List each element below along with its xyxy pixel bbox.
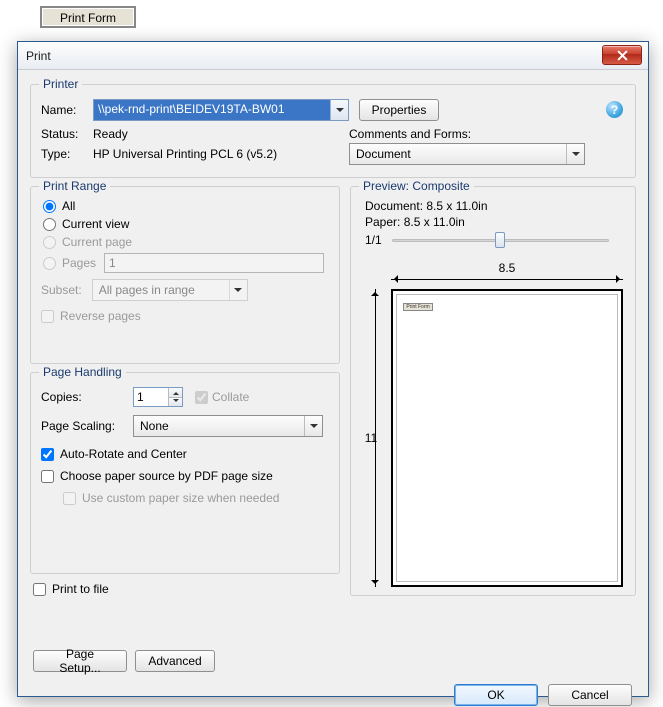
printer-status-label: Status:	[41, 127, 78, 141]
radio-current-page-input	[43, 236, 56, 249]
subset-label: Subset:	[41, 283, 82, 297]
printer-group-title: Printer	[39, 77, 82, 91]
page-scaling-label: Page Scaling:	[41, 419, 133, 433]
print-range-group: Print Range All Current view Current pag…	[30, 186, 340, 364]
reverse-pages-label: Reverse pages	[60, 309, 141, 323]
close-button[interactable]	[602, 45, 642, 65]
pages-input	[104, 253, 324, 273]
use-custom-label: Use custom paper size when needed	[82, 491, 279, 505]
collate-input	[195, 391, 208, 404]
auto-rotate-input[interactable]	[41, 448, 54, 461]
copies-input[interactable]	[134, 388, 168, 406]
preview-page-indicator: 1/1	[365, 233, 382, 247]
close-icon	[617, 50, 628, 61]
printer-properties-button[interactable]: Properties	[359, 99, 439, 121]
page-scaling-value: None	[134, 419, 304, 433]
preview-mini-button: Print Form	[403, 303, 433, 311]
collate-checkbox: Collate	[195, 390, 249, 404]
preview-width-dim: 8.5	[391, 261, 623, 275]
radio-current-page: Current page	[43, 235, 329, 249]
print-range-title: Print Range	[39, 179, 110, 193]
choose-paper-checkbox[interactable]: Choose paper source by PDF page size	[41, 469, 329, 483]
radio-pages-input	[43, 257, 56, 270]
print-dialog: Print Printer Name: \\pek-rnd-print\BEID…	[17, 41, 649, 697]
printer-type-label: Type:	[41, 147, 70, 161]
radio-pages-label: Pages	[62, 256, 96, 270]
preview-paper-size: Paper: 8.5 x 11.0in	[365, 215, 625, 229]
preview-doc-size: Document: 8.5 x 11.0in	[365, 199, 625, 213]
print-to-file-checkbox[interactable]: Print to file	[33, 582, 109, 596]
choose-paper-input[interactable]	[41, 470, 54, 483]
radio-all-label: All	[62, 199, 75, 213]
use-custom-checkbox: Use custom paper size when needed	[63, 491, 329, 505]
page-handling-title: Page Handling	[39, 365, 126, 379]
chevron-down-icon	[566, 144, 584, 164]
radio-pages: Pages	[43, 253, 329, 273]
subset-value: All pages in range	[93, 283, 229, 297]
radio-current-view[interactable]: Current view	[43, 217, 329, 231]
ok-button[interactable]: OK	[454, 684, 538, 706]
slider-thumb[interactable]	[495, 232, 505, 248]
spin-down-icon[interactable]	[169, 398, 182, 407]
page-scaling-select[interactable]: None	[133, 415, 323, 437]
print-form-button[interactable]: Print Form	[40, 6, 136, 28]
chevron-down-icon	[304, 416, 322, 436]
subset-select: All pages in range	[92, 279, 248, 301]
printer-name-value: \\pek-rnd-print\BEIDEV19TA-BW01	[94, 100, 330, 120]
page-setup-button[interactable]: Page Setup...	[33, 650, 127, 672]
preview-page: Print Form	[391, 289, 623, 587]
collate-label: Collate	[212, 390, 249, 404]
preview-group: Preview: Composite Document: 8.5 x 11.0i…	[350, 186, 636, 596]
preview-slider[interactable]	[392, 231, 609, 249]
page-handling-group: Page Handling Copies: Collate Page Scali…	[30, 372, 340, 574]
print-to-file-label: Print to file	[52, 582, 109, 596]
copies-label: Copies:	[41, 390, 133, 404]
copies-stepper[interactable]	[133, 387, 183, 407]
comments-forms-value: Document	[350, 147, 566, 161]
radio-current-view-label: Current view	[62, 217, 129, 231]
dialog-title: Print	[26, 49, 51, 63]
radio-all[interactable]: All	[43, 199, 329, 213]
choose-paper-label: Choose paper source by PDF page size	[60, 469, 273, 483]
reverse-pages-checkbox: Reverse pages	[41, 309, 329, 323]
preview-canvas: 8.5 11 Print Form	[361, 261, 623, 587]
print-to-file-input[interactable]	[33, 583, 46, 596]
comments-forms-select[interactable]: Document	[349, 143, 585, 165]
cancel-button[interactable]: Cancel	[548, 684, 632, 706]
auto-rotate-label: Auto-Rotate and Center	[60, 447, 187, 461]
dialog-content: Printer Name: \\pek-rnd-print\BEIDEV19TA…	[26, 76, 640, 688]
spin-up-icon[interactable]	[169, 388, 182, 398]
subset-row: Subset: All pages in range	[41, 279, 329, 301]
comments-forms-label: Comments and Forms:	[349, 127, 471, 141]
use-custom-input	[63, 492, 76, 505]
titlebar: Print	[18, 42, 648, 70]
help-icon[interactable]: ?	[606, 101, 623, 118]
auto-rotate-checkbox[interactable]: Auto-Rotate and Center	[41, 447, 329, 461]
radio-current-view-input[interactable]	[43, 218, 56, 231]
radio-all-input[interactable]	[43, 200, 56, 213]
preview-title: Preview: Composite	[359, 179, 474, 193]
preview-height-dim: 11	[361, 289, 381, 587]
radio-current-page-label: Current page	[62, 235, 132, 249]
copies-spin[interactable]	[168, 388, 182, 406]
chevron-down-icon	[229, 280, 247, 300]
printer-name-select[interactable]: \\pek-rnd-print\BEIDEV19TA-BW01	[93, 99, 349, 121]
printer-group: Printer Name: \\pek-rnd-print\BEIDEV19TA…	[30, 84, 636, 178]
advanced-button[interactable]: Advanced	[135, 650, 215, 672]
printer-name-label: Name:	[41, 103, 76, 117]
printer-type-value: HP Universal Printing PCL 6 (v5.2)	[93, 147, 277, 161]
dimension-arrow-h	[391, 279, 623, 280]
printer-status-value: Ready	[93, 127, 128, 141]
dimension-arrow-v	[375, 289, 376, 587]
reverse-pages-input	[41, 310, 54, 323]
chevron-down-icon	[330, 100, 348, 120]
